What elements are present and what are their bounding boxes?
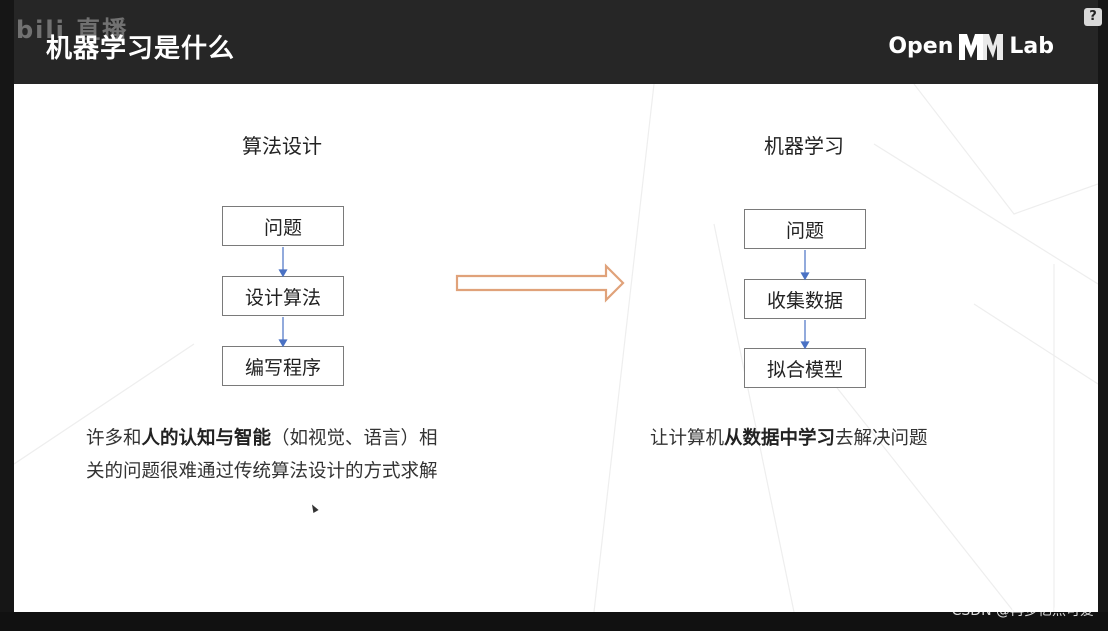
right-connectors <box>800 250 810 350</box>
logo-text-open: Open <box>888 33 954 59</box>
left-connectors <box>278 247 288 348</box>
video-frame: 机器学习是什么 Open Lab bili 直播 ? 算法设计 问题 设计算法 … <box>0 0 1108 631</box>
flow-connectors <box>278 247 810 350</box>
left-caption: 许多和人的认知与智能（如视觉、语言）相 关的问题很难通过传统算法设计的方式求解 <box>86 422 486 488</box>
caption-emphasis-learn-from-data: 从数据中学习 <box>724 428 836 449</box>
transition-arrow-icon <box>455 263 625 303</box>
left-caption-line2: 关的问题很难通过传统算法设计的方式求解 <box>86 461 438 482</box>
video-bottom-bar <box>0 612 1108 631</box>
help-icon[interactable]: ? <box>1084 8 1102 26</box>
mm-logo-icon <box>959 34 1004 60</box>
slide-header: 机器学习是什么 Open Lab <box>14 0 1098 84</box>
slide-content: 算法设计 问题 设计算法 编写程序 机器学习 问题 收集数据 拟合模型 许多和人… <box>14 84 1098 612</box>
logo-text-lab: Lab <box>1009 33 1054 59</box>
left-caption-line1: 许多和人的认知与智能（如视觉、语言）相 <box>86 428 438 449</box>
csdn-credit-watermark: CSDN @再多亿点可爱 <box>951 603 1094 619</box>
right-caption: 让计算机从数据中学习去解决问题 <box>650 428 928 449</box>
bilibili-live-watermark: bili 直播 <box>16 16 129 44</box>
openmmlab-logo: Open Lab <box>888 30 1054 62</box>
caption-emphasis-cognition: 人的认知与智能 <box>141 428 272 449</box>
